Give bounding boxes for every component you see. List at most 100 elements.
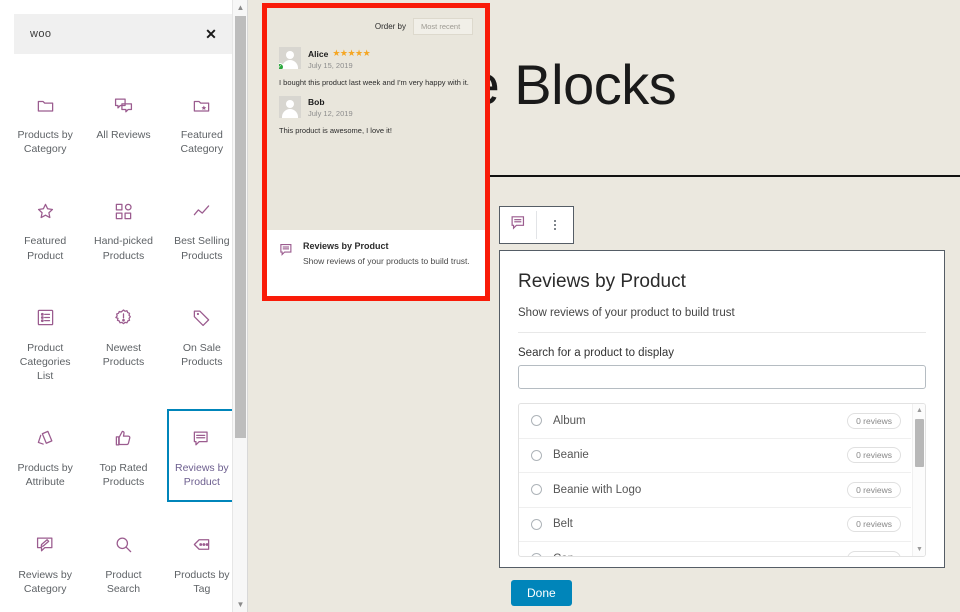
block-tile-label: On Sale Products	[171, 341, 233, 369]
product-name: Beanie	[553, 449, 847, 461]
config-title: Reviews by Product	[518, 271, 926, 293]
product-radio[interactable]	[531, 519, 542, 530]
block-tile-product-categories-list[interactable]: Product Categories List	[10, 289, 80, 396]
block-type-button[interactable]	[500, 207, 536, 243]
list-box-icon	[36, 305, 55, 331]
config-subtitle: Show reviews of your product to build tr…	[518, 307, 926, 319]
scrollbar-thumb[interactable]	[235, 16, 246, 438]
block-tile-reviews-by-category[interactable]: Reviews by Category	[10, 516, 80, 608]
block-tile-label: Product Categories List	[14, 341, 76, 384]
scroll-down-icon[interactable]: ▼	[913, 543, 926, 556]
block-tile-label: Featured Category	[171, 128, 233, 156]
block-tile-label: Reviews by Category	[14, 568, 76, 596]
block-tile-label: Best Selling Products	[171, 234, 233, 262]
block-tile-label: Newest Products	[92, 341, 154, 369]
product-name: Belt	[553, 518, 847, 530]
inserter-scrollbar[interactable]: ▲ ▼	[232, 0, 247, 612]
grid-select-icon	[114, 198, 133, 224]
review-author: Bob	[308, 97, 325, 107]
preview-reviews-area: Order by Most recent ✓Alice★★★★★July 15,…	[267, 8, 485, 230]
block-tile-newest-products[interactable]: Newest Products	[88, 289, 158, 396]
product-radio[interactable]	[531, 415, 542, 426]
preview-review: Bob July 12, 2019 This product is awesome,…	[279, 96, 473, 136]
product-row[interactable]: Cap0 reviews	[519, 542, 911, 556]
review-text: I bought this product last week and I'm …	[279, 77, 473, 88]
block-preview-highlight: Order by Most recent ✓Alice★★★★★July 15,…	[262, 3, 490, 301]
product-radio[interactable]	[531, 553, 542, 556]
review-count-badge: 0 reviews	[847, 413, 901, 429]
block-grid: Products by Category All Reviews Featured …	[0, 54, 247, 612]
product-row[interactable]: Beanie with Logo0 reviews	[519, 473, 911, 508]
review-text: This product is awesome, I love it!	[279, 125, 473, 136]
block-tile-products-by-attribute[interactable]: Products by Attribute	[10, 409, 80, 501]
scroll-up-icon[interactable]: ▲	[913, 404, 926, 417]
review-date: July 12, 2019	[308, 109, 353, 118]
order-by-label: Order by	[375, 22, 406, 31]
product-radio[interactable]	[531, 450, 542, 461]
block-tile-label: All Reviews	[96, 128, 150, 142]
block-toolbar	[499, 206, 574, 244]
block-tile-label: Product Search	[92, 568, 154, 596]
scroll-down-icon[interactable]: ▼	[233, 597, 248, 612]
burst-icon	[114, 305, 133, 331]
trending-icon	[192, 198, 211, 224]
block-tile-products-by-category[interactable]: Products by Category	[10, 76, 80, 168]
preview-description: Show reviews of your products to build t…	[303, 255, 470, 267]
product-radio[interactable]	[531, 484, 542, 495]
done-button[interactable]: Done	[511, 580, 572, 606]
folder-star-icon	[192, 92, 211, 118]
product-row[interactable]: Album0 reviews	[519, 404, 911, 439]
review-header: ✓Alice★★★★★July 15, 2019	[279, 47, 473, 70]
reviews-block-icon	[510, 214, 527, 236]
block-search-input[interactable]	[28, 27, 203, 41]
reviews-by-product-config: Reviews by Product Show reviews of your …	[499, 250, 945, 568]
product-name: Beanie with Logo	[553, 484, 847, 496]
block-tile-top-rated-products[interactable]: Top Rated Products	[88, 409, 158, 501]
scroll-up-icon[interactable]: ▲	[233, 0, 248, 15]
cards-icon	[36, 425, 55, 451]
thumbs-up-icon	[114, 425, 133, 451]
preview-title: Reviews by Product	[303, 241, 470, 251]
product-row[interactable]: Beanie0 reviews	[519, 439, 911, 474]
block-tile-product-search[interactable]: Product Search	[88, 516, 158, 608]
search-icon	[114, 532, 133, 558]
reviews-block-icon	[192, 425, 211, 451]
product-search-label: Search for a product to display	[518, 347, 926, 359]
star-rating-icon: ★★★★★	[332, 48, 370, 59]
block-tile-reviews-by-product[interactable]: Reviews by Product	[167, 409, 237, 501]
review-count-badge: 0 reviews	[847, 551, 901, 556]
tag-icon	[192, 305, 211, 331]
folder-icon	[36, 92, 55, 118]
block-tile-products-by-tag[interactable]: Products by Tag	[167, 516, 237, 608]
star-icon	[36, 198, 55, 224]
block-search-field: ✕	[14, 14, 233, 54]
close-icon[interactable]: ✕	[203, 26, 219, 42]
comments-icon	[114, 92, 133, 118]
block-tile-label: Top Rated Products	[92, 461, 154, 489]
block-tile-best-selling-products[interactable]: Best Selling Products	[167, 182, 237, 274]
product-search-input[interactable]	[518, 365, 926, 389]
block-tile-all-reviews[interactable]: All Reviews	[88, 76, 158, 168]
block-tile-label: Hand-picked Products	[92, 234, 154, 262]
preview-block-description: Reviews by Product Show reviews of your …	[267, 230, 485, 278]
order-by-select[interactable]: Most recent	[413, 18, 473, 35]
block-tile-label: Reviews by Product	[171, 461, 233, 489]
block-tile-featured-product[interactable]: Featured Product	[10, 182, 80, 274]
block-tile-label: Products by Tag	[171, 568, 233, 596]
review-meta: Bob July 12, 2019	[308, 96, 353, 118]
block-tile-featured-category[interactable]: Featured Category	[167, 76, 237, 168]
review-date: July 15, 2019	[308, 61, 370, 70]
review-header: Bob July 12, 2019	[279, 96, 473, 118]
block-tile-label: Featured Product	[14, 234, 76, 262]
app-root: mmerce Blocks Reviews by Product Show re…	[0, 0, 960, 612]
scrollbar-thumb[interactable]	[915, 419, 924, 467]
block-tile-on-sale-products[interactable]: On Sale Products	[167, 289, 237, 396]
product-list-scrollbar[interactable]: ▲ ▼	[912, 404, 925, 556]
avatar: ✓	[279, 47, 301, 69]
review-count-badge: 0 reviews	[847, 482, 901, 498]
block-tile-hand-picked-products[interactable]: Hand-picked Products	[88, 182, 158, 274]
verified-badge-icon: ✓	[279, 63, 284, 69]
more-options-button[interactable]	[537, 207, 573, 243]
product-row[interactable]: Belt0 reviews	[519, 508, 911, 543]
order-by-control: Order by Most recent	[279, 18, 473, 35]
